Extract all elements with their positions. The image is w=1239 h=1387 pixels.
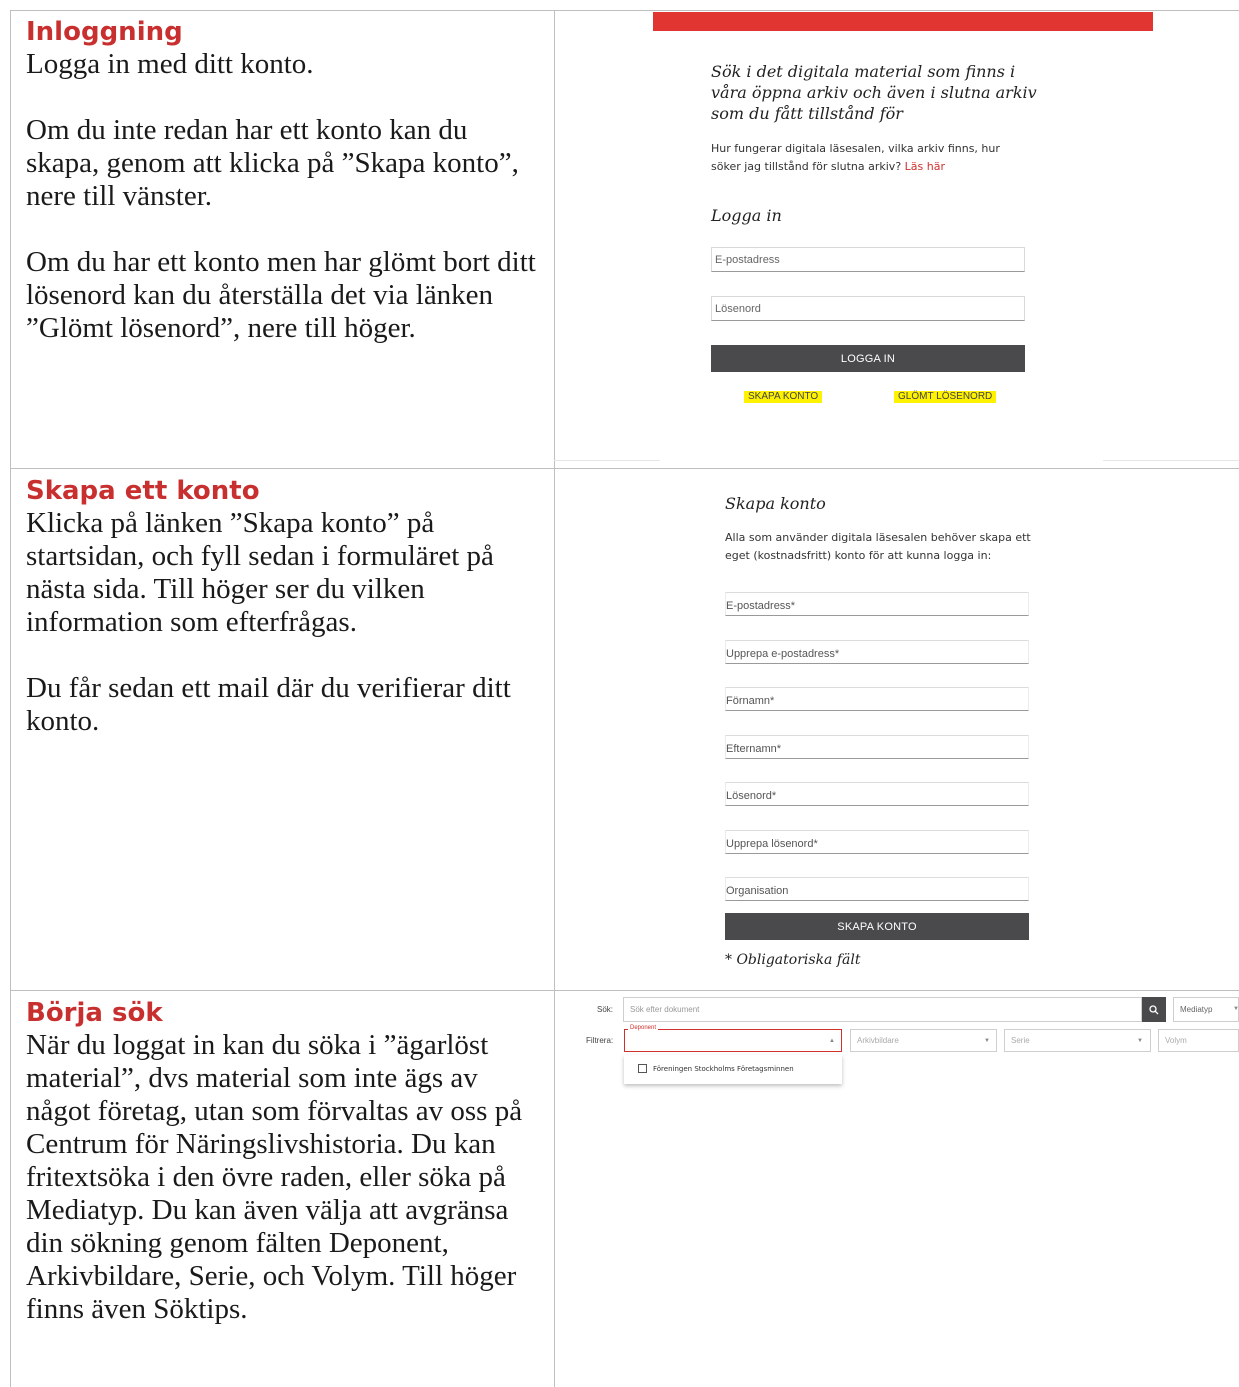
arkivbildare-label: Arkivbildare xyxy=(857,1036,899,1045)
volym-label: Volym xyxy=(1165,1036,1187,1045)
deponent-label: Deponent xyxy=(628,1025,659,1031)
deponent-dropdown: Föreningen Stockholms Företagsminnen xyxy=(624,1055,842,1084)
search-icon xyxy=(1149,1004,1159,1014)
paragraph: Logga in med ditt konto. xyxy=(26,48,314,80)
section-heading: Skapa ett konto xyxy=(26,476,260,506)
register-organisation-field[interactable]: Organisation xyxy=(725,877,1029,901)
register-repeat-email-field[interactable]: Upprepa e-postadress* xyxy=(725,640,1029,664)
table-border-row1 xyxy=(10,468,1239,469)
password-field[interactable]: Lösenord xyxy=(711,296,1025,321)
register-email-field[interactable]: E-postadress* xyxy=(725,592,1029,616)
arkivbildare-select[interactable]: Arkivbildare xyxy=(850,1029,997,1052)
email-field[interactable]: E-postadress xyxy=(711,247,1025,272)
register-password-field[interactable]: Lösenord* xyxy=(725,782,1029,806)
create-account-link[interactable]: SKAPA KONTO xyxy=(744,391,823,403)
shot-divider xyxy=(1103,460,1239,461)
serie-select[interactable]: Serie xyxy=(1004,1029,1151,1052)
section-borja-sok: Börja sök När du loggat in kan du söka i… xyxy=(11,993,555,1326)
search-input[interactable]: Sök efter dokument xyxy=(623,997,1142,1022)
checkbox[interactable] xyxy=(638,1064,647,1073)
login-button[interactable]: LOGGA IN xyxy=(711,345,1025,372)
paragraph: När du loggat in kan du söka i ”ägarlöst… xyxy=(26,1029,523,1325)
search-label: Sök: xyxy=(597,1005,614,1014)
volym-select[interactable]: Volym xyxy=(1158,1029,1239,1052)
search-button[interactable] xyxy=(1142,997,1166,1022)
required-note: * Obligatoriska fält xyxy=(725,952,861,968)
serie-label: Serie xyxy=(1011,1036,1030,1045)
register-title: Skapa konto xyxy=(725,494,826,513)
register-lastname-field[interactable]: Efternamn* xyxy=(725,735,1029,759)
login-title: Logga in xyxy=(711,206,782,225)
filter-label: Filtrera: xyxy=(586,1036,614,1045)
register-text: Alla som använder digitala läsesalen beh… xyxy=(725,531,1031,562)
chevron-down-icon: ▼ xyxy=(1137,1038,1143,1044)
paragraph: Om du har ett konto men har glömt bort d… xyxy=(26,246,536,344)
paragraph: Du får sedan ett mail där du verifierar … xyxy=(26,672,511,737)
login-help-text: Hur fungerar digitala läsesalen, vilka a… xyxy=(711,142,1000,173)
chevron-down-icon: ▼ xyxy=(984,1038,990,1044)
section-heading: Inloggning xyxy=(26,17,183,47)
register-firstname-field[interactable]: Förnamn* xyxy=(725,687,1029,711)
deponent-select[interactable] xyxy=(624,1029,842,1052)
section-inloggning: Inloggning Logga in med ditt konto. Om d… xyxy=(11,12,555,345)
read-here-link[interactable]: Läs här xyxy=(905,160,945,173)
brand-bar xyxy=(653,12,1153,31)
section-heading: Börja sök xyxy=(26,998,163,1028)
option-label: Föreningen Stockholms Företagsminnen xyxy=(653,1064,794,1073)
login-intro: Sök i det digitala material som finns i … xyxy=(711,62,1037,123)
shot-divider xyxy=(554,460,660,461)
chevron-down-icon: ▼ xyxy=(1233,1006,1239,1012)
forgot-password-link[interactable]: GLÖMT LÖSENORD xyxy=(894,391,997,403)
register-repeat-password-field[interactable]: Upprepa lösenord* xyxy=(725,830,1029,854)
paragraph: Klicka på länken ”Skapa konto” på starts… xyxy=(26,507,494,638)
mediatype-label: Mediatyp xyxy=(1180,1005,1213,1014)
login-help: Hur fungerar digitala läsesalen, vilka a… xyxy=(711,140,1031,176)
paragraph: Om du inte redan har ett konto kan du sk… xyxy=(26,114,519,212)
chevron-up-icon: ▲ xyxy=(829,1038,835,1044)
table-border-row2 xyxy=(10,990,1239,991)
register-submit-button[interactable]: SKAPA KONTO xyxy=(725,913,1029,940)
mediatype-select[interactable]: Mediatyp xyxy=(1173,997,1239,1022)
dropdown-option[interactable]: Föreningen Stockholms Företagsminnen xyxy=(638,1064,794,1073)
section-skapa-konto: Skapa ett konto Klicka på länken ”Skapa … xyxy=(11,471,555,738)
table-border-top xyxy=(10,10,1239,11)
